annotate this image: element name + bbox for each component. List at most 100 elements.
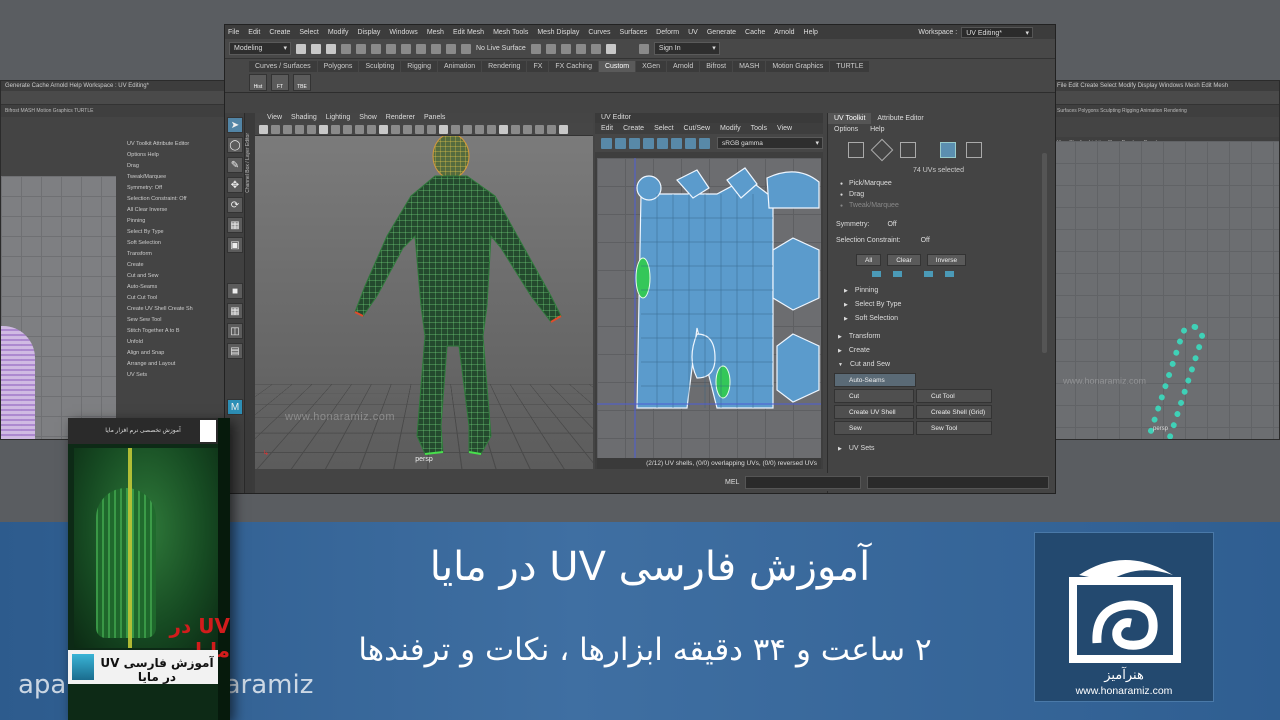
viewport-tool-icon[interactable] — [307, 124, 316, 134]
two-view-icon[interactable]: ◫ — [227, 323, 243, 339]
section-select-by-type[interactable]: Select By Type — [828, 298, 1049, 312]
menu-item-0[interactable]: File — [228, 29, 239, 36]
border-icon[interactable] — [924, 271, 933, 277]
viewport-menu-item-0[interactable]: View — [267, 114, 282, 121]
section-soft-selection[interactable]: Soft Selection — [828, 312, 1049, 326]
uv-editor-menu-item-0[interactable]: Edit — [601, 125, 613, 132]
viewport-tool-icon[interactable] — [391, 124, 400, 134]
perspective-viewport[interactable]: View Shading Lighting Show Renderer Panels — [255, 113, 593, 469]
uv-editor-menu-item-3[interactable]: Cut/Sew — [684, 125, 710, 132]
viewport-tool-icon[interactable] — [559, 124, 568, 134]
lasso-tool-icon[interactable]: ◯ — [227, 137, 243, 153]
tab-uv-toolkit[interactable]: UV Toolkit — [828, 113, 872, 124]
menu-item-15[interactable]: Generate — [707, 29, 736, 36]
uv-grid-icon[interactable] — [601, 137, 612, 149]
hypershade-icon[interactable] — [575, 43, 586, 54]
four-view-icon[interactable]: ▦ — [227, 303, 243, 319]
shelf-tab-7[interactable]: FX Caching — [549, 61, 598, 72]
channel-box-strip[interactable]: Channel Box / Layer Editor — [245, 113, 255, 493]
menu-item-10[interactable]: Mesh Display — [537, 29, 579, 36]
tab-attribute-editor[interactable]: Attribute Editor — [871, 113, 929, 124]
viewport-tool-icon[interactable] — [475, 124, 484, 134]
viewport-tool-icon[interactable] — [499, 124, 508, 134]
menuset-dropdown[interactable]: Modeling — [229, 42, 291, 55]
viewport-tool-icon[interactable] — [355, 124, 364, 134]
viewport-tool-icon[interactable] — [331, 124, 340, 134]
ipr-render-icon[interactable] — [545, 43, 556, 54]
vertex-select-icon[interactable] — [848, 142, 864, 158]
shelf-button-1[interactable]: FT — [271, 74, 289, 91]
shelf-tab-8[interactable]: Custom — [598, 61, 636, 72]
all-button[interactable]: All — [856, 254, 882, 266]
snap-curve-icon[interactable] — [431, 43, 441, 54]
cut-tool-button[interactable]: Cut Tool — [916, 389, 992, 403]
menu-item-18[interactable]: Help — [804, 29, 818, 36]
shelf-tab-13[interactable]: Motion Graphics — [766, 61, 830, 72]
section-create[interactable]: Create — [828, 344, 1049, 358]
menu-item-11[interactable]: Curves — [588, 29, 610, 36]
move-tool-icon[interactable]: ✥ — [227, 177, 243, 193]
uv-checker-icon[interactable] — [615, 137, 626, 149]
menu-item-17[interactable]: Arnold — [774, 29, 794, 36]
symmetry-value[interactable]: Off — [887, 217, 896, 233]
select-component-icon[interactable] — [401, 43, 411, 54]
uv-shaded-icon[interactable] — [629, 137, 640, 149]
command-language-label[interactable]: MEL — [725, 479, 739, 486]
redo-icon[interactable] — [356, 43, 366, 54]
paint-select-icon[interactable]: ✎ — [227, 157, 243, 173]
cut-button[interactable]: Cut — [834, 389, 914, 403]
mode-tweak-marquee[interactable]: Tweak/Marquee — [828, 200, 1049, 211]
shrink-icon[interactable] — [893, 271, 902, 277]
loop-icon[interactable] — [945, 271, 954, 277]
sew-tool-button[interactable]: Sew Tool — [916, 421, 992, 435]
render-icon[interactable] — [530, 43, 541, 54]
undo-icon[interactable] — [341, 43, 351, 54]
menu-item-13[interactable]: Deform — [656, 29, 679, 36]
create-uv-shell-button[interactable]: Create UV Shell — [834, 405, 914, 419]
shelf-tab-0[interactable]: Curves / Surfaces — [249, 61, 317, 72]
menu-item-8[interactable]: Edit Mesh — [453, 29, 484, 36]
arnold-render-icon[interactable] — [590, 43, 601, 54]
face-select-icon[interactable] — [900, 142, 916, 158]
viewport-tool-icon[interactable] — [427, 124, 436, 134]
viewport-tool-icon[interactable] — [547, 124, 556, 134]
snap-point-icon[interactable] — [446, 43, 456, 54]
uv-image-icon[interactable] — [657, 137, 668, 149]
viewport-tool-icon[interactable] — [535, 124, 544, 134]
auto-seams-button[interactable]: Auto-Seams — [834, 373, 916, 387]
new-scene-icon[interactable] — [296, 43, 306, 54]
viewport-menu-item-2[interactable]: Lighting — [326, 114, 351, 121]
shelf-tab-11[interactable]: Bifrost — [700, 61, 733, 72]
inverse-button[interactable]: Inverse — [926, 254, 967, 266]
viewport-tool-icon[interactable] — [439, 124, 448, 134]
uv-exposure-icon[interactable] — [699, 137, 710, 149]
workspace-dropdown[interactable]: UV Editing* — [961, 26, 1033, 39]
menu-item-3[interactable]: Select — [299, 29, 318, 36]
section-pinning[interactable]: Pinning — [828, 284, 1049, 298]
viewport-tool-icon[interactable] — [319, 124, 328, 134]
magnet-icon[interactable] — [461, 43, 471, 54]
shelf-tab-10[interactable]: Arnold — [667, 61, 700, 72]
uv-select-icon[interactable] — [940, 142, 956, 158]
shelf-tab-14[interactable]: TURTLE — [830, 61, 870, 72]
shelf-tab-12[interactable]: MASH — [733, 61, 766, 72]
uv-dim-icon[interactable] — [671, 137, 682, 149]
render-settings-icon[interactable] — [560, 43, 571, 54]
section-cut-and-sew[interactable]: Cut and Sew — [828, 358, 1049, 372]
menu-item-6[interactable]: Windows — [389, 29, 417, 36]
menu-item-2[interactable]: Create — [269, 29, 290, 36]
toolkit-scrollbar[interactable] — [1042, 153, 1047, 353]
viewport-menu-item-3[interactable]: Show — [359, 114, 377, 121]
rotate-tool-icon[interactable]: ⟳ — [227, 197, 243, 213]
menu-item-9[interactable]: Mesh Tools — [493, 29, 528, 36]
selection-constraint-value[interactable]: Off — [921, 233, 930, 249]
select-object-icon[interactable] — [386, 43, 396, 54]
open-scene-icon[interactable] — [311, 43, 321, 54]
shelf-tab-1[interactable]: Polygons — [317, 61, 359, 72]
single-view-icon[interactable]: ■ — [227, 283, 243, 299]
uv-editor-menu-item-5[interactable]: Tools — [751, 125, 767, 132]
pause-icon[interactable] — [605, 43, 616, 54]
viewport-tool-icon[interactable] — [523, 124, 532, 134]
toolkit-menu-options[interactable]: Options — [834, 126, 858, 133]
viewport-tool-icon[interactable] — [343, 124, 352, 134]
